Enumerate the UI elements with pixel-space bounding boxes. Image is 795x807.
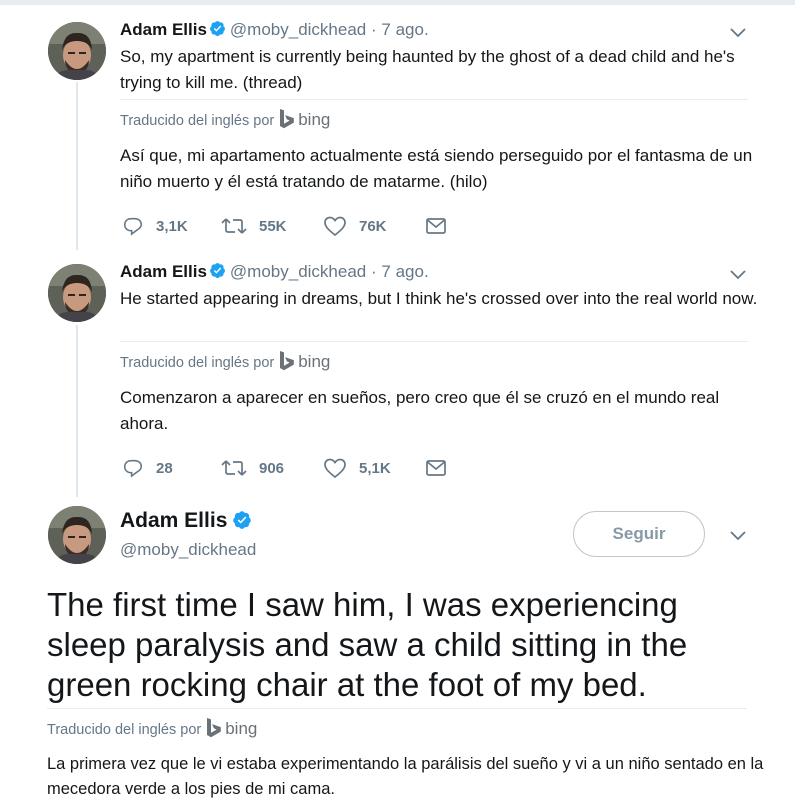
translation-attribution: Traducido del inglés por bing bbox=[120, 351, 330, 372]
thread-line bbox=[76, 82, 78, 250]
user-handle[interactable]: @moby_dickhead bbox=[230, 20, 366, 39]
translated-by-label: Traducido del inglés por bbox=[47, 722, 202, 738]
retweet-icon bbox=[221, 460, 247, 476]
translation-text: La primera vez que le vi estaba experime… bbox=[47, 755, 764, 798]
bing-label[interactable]: bing bbox=[298, 352, 330, 371]
bing-logo-icon[interactable] bbox=[206, 718, 222, 738]
avatar[interactable] bbox=[48, 22, 106, 80]
direct-message-button[interactable] bbox=[425, 214, 459, 238]
avatar[interactable] bbox=[48, 506, 106, 564]
display-name[interactable]: Adam Ellis bbox=[120, 262, 207, 281]
chevron-down-icon[interactable] bbox=[729, 27, 747, 39]
main-tweet-text: The first time I saw him, I was experien… bbox=[47, 586, 688, 703]
reply-count: 28 bbox=[156, 459, 173, 477]
timestamp[interactable]: 7 ago. bbox=[381, 262, 428, 281]
translated-by-label: Traducido del inglés por bbox=[120, 113, 275, 129]
like-count: 5,1K bbox=[359, 459, 391, 477]
display-name[interactable]: Adam Ellis bbox=[120, 509, 227, 532]
translation-text: Así que, mi apartamento actualmente está… bbox=[120, 146, 753, 191]
dm-icon bbox=[426, 460, 446, 476]
reply-count: 3,1K bbox=[156, 217, 188, 235]
like-count: 76K bbox=[359, 217, 387, 235]
translated-by-label: Traducido del inglés por bbox=[120, 355, 275, 371]
main-display-name[interactable]: Adam Ellis bbox=[120, 509, 256, 533]
like-button[interactable]: 76K bbox=[323, 214, 387, 238]
user-handle[interactable]: @moby_dickhead bbox=[120, 540, 256, 560]
bing-logo-icon[interactable] bbox=[279, 109, 295, 129]
divider bbox=[120, 341, 748, 342]
top-divider bbox=[0, 0, 795, 5]
retweet-count: 906 bbox=[259, 459, 285, 477]
reply-button[interactable]: 3,1K bbox=[122, 214, 188, 238]
retweet-count: 55K bbox=[259, 217, 287, 235]
chevron-down-icon[interactable] bbox=[729, 530, 747, 542]
verified-icon bbox=[233, 511, 252, 529]
retweet-icon bbox=[221, 218, 247, 234]
translation-attribution: Traducido del inglés por bing bbox=[47, 718, 257, 739]
translation-text: Comenzaron a aparecer en sueños, pero cr… bbox=[120, 388, 720, 433]
reply-icon bbox=[123, 459, 143, 478]
verified-icon bbox=[209, 263, 225, 279]
follow-button[interactable]: Seguir bbox=[573, 511, 705, 557]
bing-label[interactable]: bing bbox=[298, 110, 330, 129]
like-icon bbox=[324, 216, 346, 237]
chevron-down-icon[interactable] bbox=[729, 269, 747, 281]
bing-logo-icon[interactable] bbox=[279, 351, 295, 371]
timestamp[interactable]: 7 ago. bbox=[381, 20, 428, 39]
user-handle[interactable]: @moby_dickhead bbox=[230, 262, 366, 281]
translation-attribution: Traducido del inglés por bing bbox=[120, 109, 330, 130]
tweet-header: Adam Ellis @moby_dickhead · 7 ago. bbox=[120, 262, 429, 282]
thread-line bbox=[76, 325, 78, 497]
like-icon bbox=[324, 458, 346, 479]
verified-icon bbox=[209, 21, 225, 37]
display-name[interactable]: Adam Ellis bbox=[120, 20, 207, 39]
tweet-text: So, my apartment is currently being haun… bbox=[120, 47, 735, 92]
direct-message-button[interactable] bbox=[425, 456, 459, 480]
avatar[interactable] bbox=[48, 264, 106, 322]
retweet-button[interactable]: 55K bbox=[221, 214, 287, 238]
divider bbox=[120, 99, 748, 100]
tweet-header: Adam Ellis @moby_dickhead · 7 ago. bbox=[120, 20, 429, 40]
reply-icon bbox=[123, 217, 143, 236]
separator-dot: · bbox=[371, 262, 377, 281]
separator-dot: · bbox=[371, 20, 377, 39]
bing-label[interactable]: bing bbox=[225, 719, 257, 738]
reply-button[interactable]: 28 bbox=[122, 456, 173, 480]
dm-icon bbox=[426, 218, 446, 234]
retweet-button[interactable]: 906 bbox=[221, 456, 284, 480]
tweet-text: He started appearing in dreams, but I th… bbox=[120, 289, 758, 308]
divider bbox=[47, 708, 747, 709]
like-button[interactable]: 5,1K bbox=[323, 456, 391, 480]
